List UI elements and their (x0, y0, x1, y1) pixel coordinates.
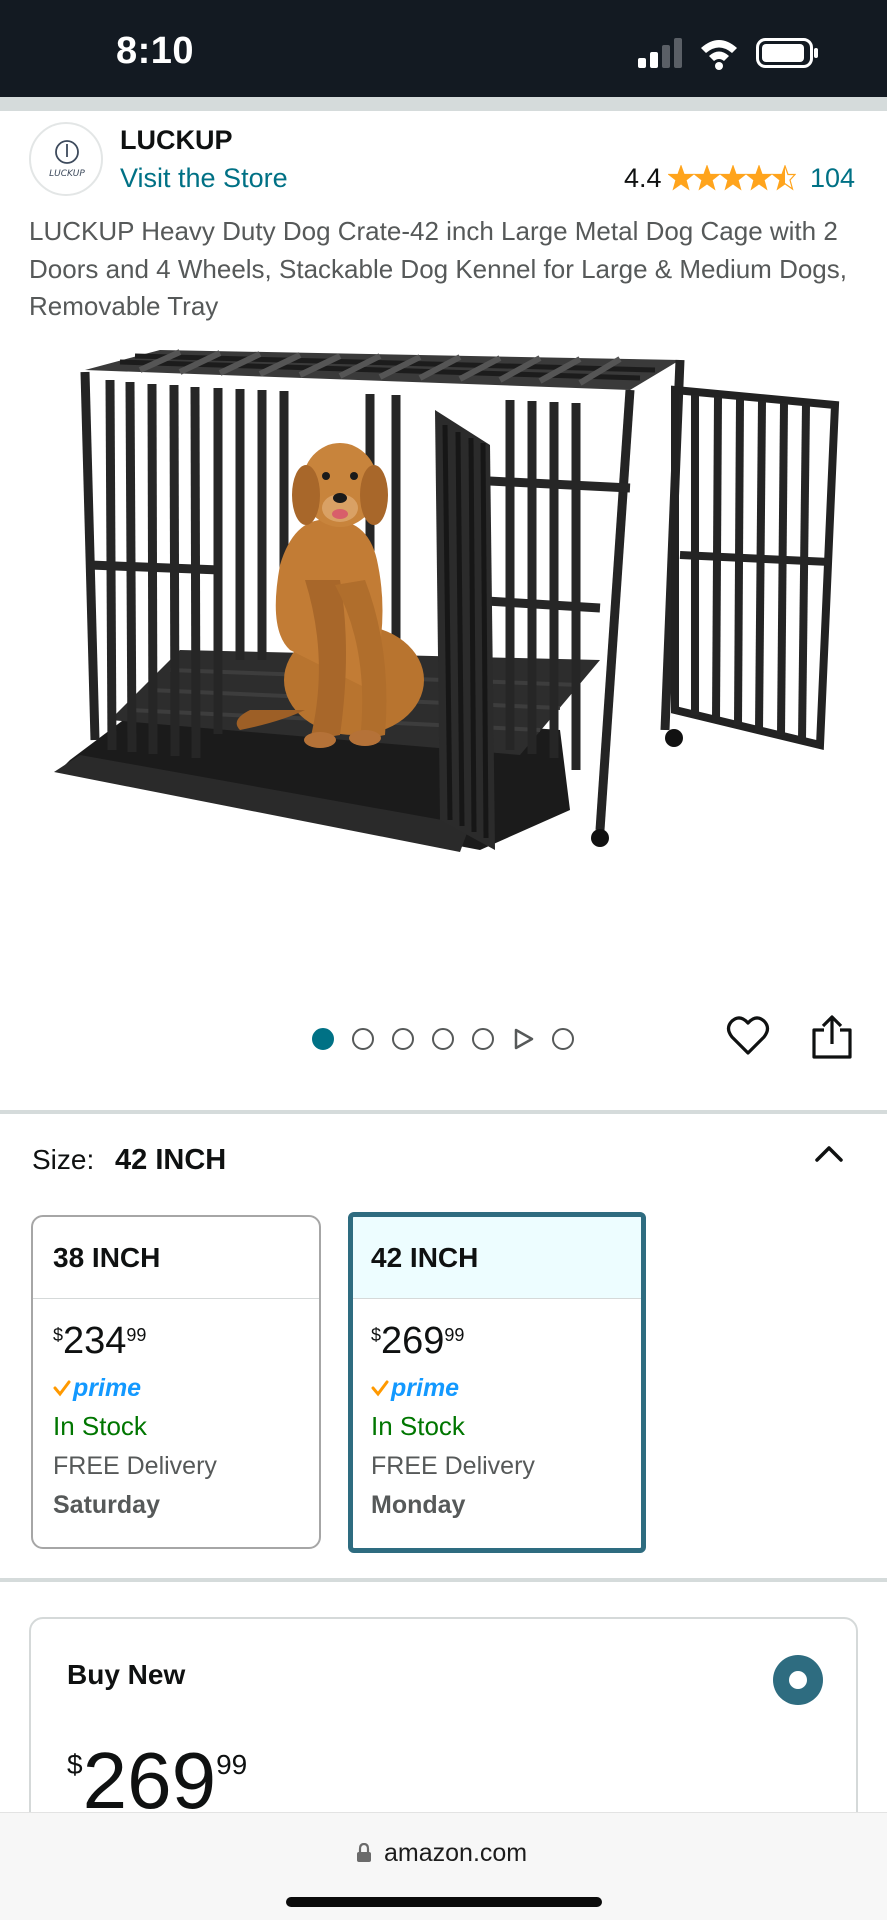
prime-check-icon (371, 1380, 389, 1397)
browser-address-bar[interactable]: amazon.com (0, 1812, 887, 1920)
prime-badge: prime (371, 1373, 641, 1403)
luckup-logo-icon: LUCKUP (49, 140, 85, 179)
size-option-price: $ 269 99 (371, 1320, 465, 1362)
size-option-price: $ 234 99 (53, 1320, 147, 1362)
delivery-text: FREE Delivery (371, 1452, 535, 1480)
carousel-dot-4[interactable] (432, 1028, 454, 1050)
chevron-up-icon[interactable] (812, 1138, 846, 1168)
stock-status: In Stock (371, 1411, 465, 1441)
carousel-dot-1[interactable] (312, 1028, 334, 1050)
selected-size-value: 42 INCH (115, 1144, 227, 1176)
battery-icon (756, 38, 818, 68)
star-rating-icon[interactable] (668, 165, 796, 191)
section-divider (0, 1110, 887, 1114)
delivery-day: Saturday (53, 1491, 160, 1519)
status-time: 8:10 (116, 30, 195, 72)
buy-new-price: $ 269 99 (67, 1736, 248, 1825)
brand-row: LUCKUP LUCKUP Visit the Store 4.4 104 (0, 112, 887, 212)
delivery-day: Monday (371, 1491, 466, 1519)
carousel-dot-3[interactable] (392, 1028, 414, 1050)
lock-icon (357, 1843, 371, 1862)
buy-new-radio[interactable] (773, 1655, 823, 1705)
status-bar: 8:10 (0, 0, 887, 97)
brand-name: LUCKUP (120, 125, 233, 155)
dog-crate-product-image[interactable] (40, 330, 848, 890)
carousel-dot-5[interactable] (472, 1028, 494, 1050)
carousel-dot-2[interactable] (352, 1028, 374, 1050)
section-divider (0, 1578, 887, 1582)
review-count-link[interactable]: 104 (810, 163, 855, 194)
buy-new-title: Buy New (67, 1659, 186, 1690)
delivery-text: FREE Delivery (53, 1452, 217, 1480)
rating-value: 4.4 (624, 163, 662, 193)
size-option-label: 38 INCH (33, 1217, 319, 1299)
home-indicator[interactable] (286, 1897, 602, 1907)
svg-text:LUCKUP: LUCKUP (49, 169, 85, 179)
url-text[interactable]: amazon.com (384, 1839, 527, 1868)
header-divider (0, 97, 887, 111)
share-icon[interactable] (810, 1014, 854, 1060)
carousel-dot-7[interactable] (552, 1028, 574, 1050)
size-option-38-inch[interactable]: 38 INCH $ 234 99 prime In Stock FREE Del… (31, 1215, 321, 1549)
visit-store-link[interactable]: Visit the Store (120, 163, 288, 194)
size-option-label: 42 INCH (353, 1217, 641, 1299)
product-title: LUCKUP Heavy Duty Dog Crate-42 inch Larg… (29, 216, 847, 321)
brand-logo[interactable]: LUCKUP (29, 122, 103, 196)
prime-check-icon (53, 1380, 71, 1397)
heart-icon[interactable] (726, 1014, 770, 1058)
prime-badge: prime (53, 1373, 319, 1403)
carousel-indicators (312, 1026, 574, 1052)
size-option-42-inch[interactable]: 42 INCH $ 269 99 prime In Stock FREE Del… (348, 1212, 646, 1553)
stock-status: In Stock (53, 1411, 147, 1441)
cellular-signal-icon (638, 38, 682, 68)
video-play-icon[interactable] (512, 1028, 534, 1050)
wifi-icon (701, 40, 737, 70)
size-label: Size: (32, 1144, 95, 1175)
